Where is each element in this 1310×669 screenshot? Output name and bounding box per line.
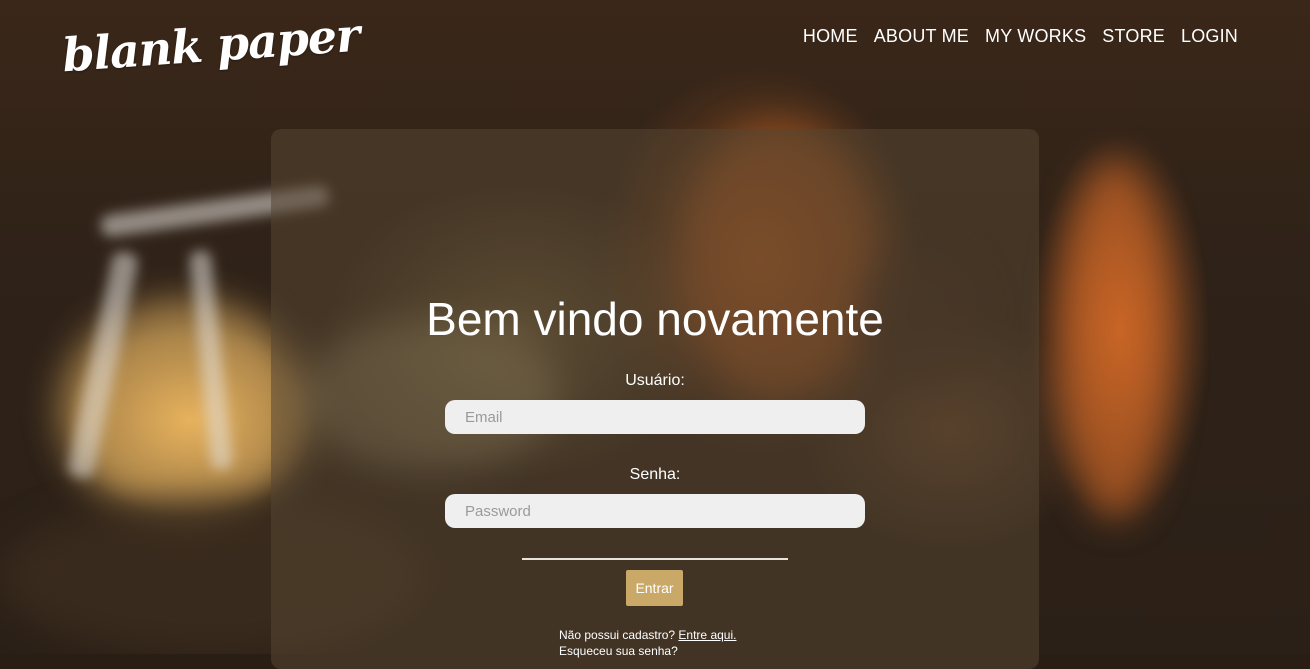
nav-store[interactable]: STORE [1102, 26, 1165, 47]
password-label: Senha: [629, 466, 681, 483]
signup-prompt: Não possui cadastro? Entre aqui. [559, 627, 736, 643]
no-account-text: Não possui cadastro? [559, 628, 676, 642]
form-divider [522, 558, 788, 560]
password-field[interactable] [445, 494, 865, 528]
nav-login[interactable]: LOGIN [1181, 26, 1238, 47]
submit-button[interactable]: Entrar [626, 570, 683, 606]
email-field[interactable] [445, 400, 865, 434]
nav-about-me[interactable]: ABOUT ME [874, 26, 969, 47]
forgot-password-link[interactable]: Esqueceu sua senha? [559, 643, 678, 659]
top-navigation: HOME ABOUT ME MY WORKS STORE LOGIN [803, 26, 1238, 47]
nav-my-works[interactable]: MY WORKS [985, 26, 1086, 47]
login-title: Bem vindo novamente [426, 293, 884, 345]
signup-link[interactable]: Entre aqui. [678, 628, 736, 642]
username-label: Usuário: [625, 372, 685, 389]
nav-home[interactable]: HOME [803, 26, 858, 47]
